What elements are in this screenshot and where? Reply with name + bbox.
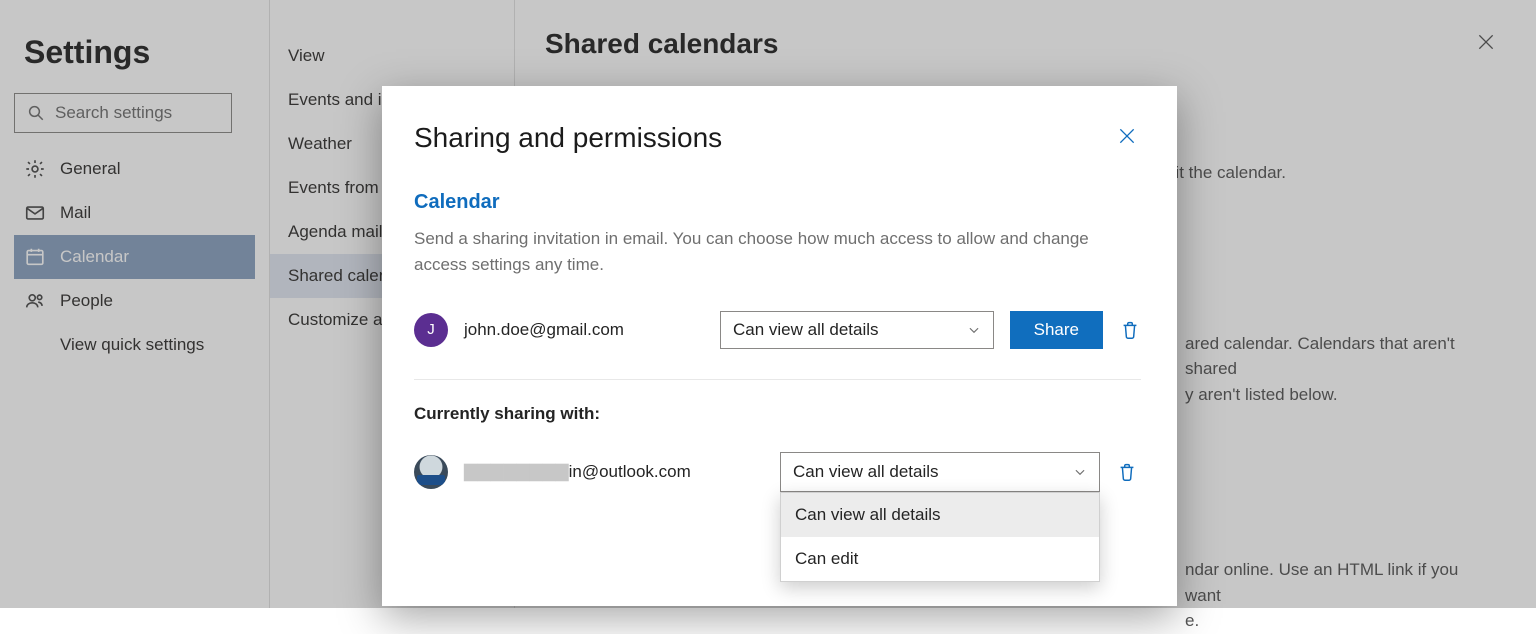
sharing-permissions-dialog: Sharing and permissions Calendar Send a …: [382, 86, 1177, 606]
nav-quick-label: View quick settings: [60, 335, 204, 355]
invitee-permission-select[interactable]: Can view all details: [720, 311, 994, 349]
nav-mail-label: Mail: [60, 203, 91, 223]
permission-dropdown: Can view all details Can edit: [780, 492, 1100, 582]
obscured-text: ▇▇▇▇▇▇▇▇: [464, 462, 569, 481]
sharee-row: ▇▇▇▇▇▇▇▇in@outlook.com Can view all deta…: [414, 452, 1141, 492]
dialog-description: Send a sharing invitation in email. You …: [414, 226, 1134, 279]
chevron-down-icon: [1073, 465, 1087, 479]
page-title: Shared calendars: [545, 28, 778, 60]
close-settings-button[interactable]: [1476, 32, 1496, 57]
nav-people[interactable]: People: [14, 279, 255, 323]
settings-heading: Settings: [24, 34, 245, 71]
divider: [414, 379, 1141, 380]
sharee-permission-select[interactable]: Can view all details: [780, 452, 1100, 492]
close-icon: [1476, 32, 1496, 52]
option-can-view-all-details[interactable]: Can view all details: [781, 493, 1099, 537]
close-dialog-button[interactable]: [1113, 122, 1141, 155]
nav-general[interactable]: General: [14, 147, 255, 191]
mail-icon: [24, 202, 46, 224]
nav-general-label: General: [60, 159, 120, 179]
settings-sidebar: Settings Search settings General Mail Ca…: [0, 0, 270, 608]
trash-icon: [1116, 461, 1138, 483]
sharee-permission-wrapper: Can view all details Can view all detail…: [780, 452, 1100, 492]
close-icon: [1117, 126, 1137, 146]
nav-people-label: People: [60, 291, 113, 311]
invitee-permission-value: Can view all details: [733, 320, 879, 340]
calendar-icon: [24, 246, 46, 268]
invite-row: J john.doe@gmail.com Can view all detail…: [414, 311, 1141, 349]
calendar-link[interactable]: Calendar: [414, 191, 1141, 214]
invitee-avatar: J: [414, 313, 448, 347]
dialog-title: Sharing and permissions: [414, 122, 722, 154]
sharee-permission-value: Can view all details: [793, 462, 939, 482]
search-placeholder: Search settings: [55, 103, 172, 123]
trash-icon: [1119, 319, 1141, 341]
search-icon: [27, 104, 45, 122]
chevron-down-icon: [967, 323, 981, 337]
remove-invitee-button[interactable]: [1119, 319, 1141, 341]
nav-calendar-label: Calendar: [60, 247, 129, 267]
sharee-avatar: [414, 455, 448, 489]
gear-icon: [24, 158, 46, 180]
currently-sharing-label: Currently sharing with:: [414, 404, 1141, 424]
nav-view-quick-settings[interactable]: View quick settings: [14, 323, 255, 367]
search-settings-input[interactable]: Search settings: [14, 93, 232, 133]
option-can-edit[interactable]: Can edit: [781, 537, 1099, 581]
nav-calendar[interactable]: Calendar: [14, 235, 255, 279]
nav-mail[interactable]: Mail: [14, 191, 255, 235]
remove-sharee-button[interactable]: [1116, 461, 1138, 483]
share-button[interactable]: Share: [1010, 311, 1103, 349]
invitee-email: john.doe@gmail.com: [464, 320, 704, 340]
submenu-view[interactable]: View: [270, 34, 514, 78]
people-icon: [24, 290, 46, 312]
sharee-email: ▇▇▇▇▇▇▇▇in@outlook.com: [464, 462, 764, 482]
